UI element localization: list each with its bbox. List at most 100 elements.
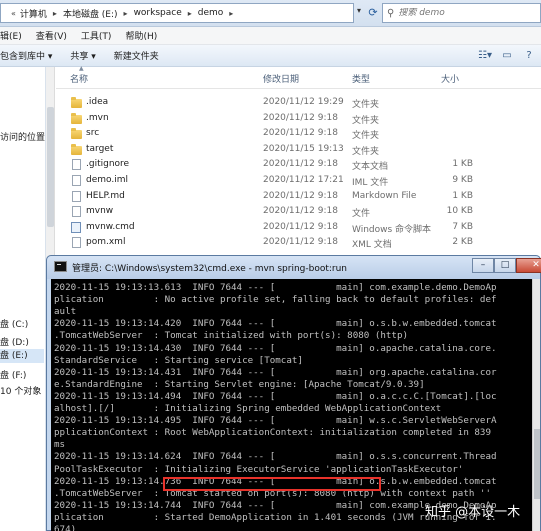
preview-pane-icon[interactable]: ▭ (499, 48, 515, 64)
file-date: 2020/11/12 9:18 (263, 221, 338, 232)
search-box[interactable]: ⚲ (382, 3, 541, 23)
nav-item-drive-f[interactable]: 盘 (F:) (0, 368, 26, 381)
console-line: 2020-11-15 19:13:14.494 INFO 7644 --- [ … (54, 390, 497, 402)
file-name: .mvn (86, 112, 109, 123)
breadcrumb-computer[interactable]: 计算机 (20, 7, 47, 20)
help-icon[interactable]: ? (521, 48, 537, 64)
view-options-icon[interactable]: ☷▾ (477, 48, 493, 64)
chevron-right-icon[interactable]: ▸ (124, 9, 128, 18)
document-icon (72, 159, 81, 171)
file-row[interactable]: .idea 2020/11/12 19:29 文件夹 (66, 95, 541, 111)
file-date: 2020/11/12 9:18 (263, 112, 338, 123)
breadcrumb-demo[interactable]: demo (198, 8, 224, 18)
file-row[interactable]: .gitignore 2020/11/12 9:18 文本文档 1 KB (66, 157, 541, 173)
document-icon (72, 175, 81, 186)
menu-tools[interactable]: 工具(T) (81, 29, 112, 42)
close-button[interactable]: ✕ (516, 258, 541, 273)
file-row[interactable]: mvnw.cmd 2020/11/12 9:18 Windows 命令脚本 7 KB (66, 220, 541, 236)
file-date: 2020/11/12 9:18 (263, 206, 338, 217)
chevron-right-icon[interactable]: ▸ (229, 9, 233, 18)
folder-icon (71, 128, 82, 140)
file-row[interactable]: demo.iml 2020/11/12 17:21 IML 文件 9 KB (66, 173, 541, 189)
console-line: alhost].[/] : Initializing Spring embedd… (54, 403, 442, 414)
menu-edit[interactable]: 辑(E) (0, 29, 22, 42)
file-size: 7 KB (452, 221, 473, 232)
include-in-library-button[interactable]: 包含到库中 ▾ (0, 49, 52, 62)
cmd-title: 管理员: C:\Windows\system32\cmd.exe - mvn s… (72, 264, 348, 274)
status-item-count: 10 个对象 (0, 387, 42, 397)
breadcrumb-drive-e[interactable]: 本地磁盘 (E:) (63, 7, 118, 20)
chevron-right-icon[interactable]: ▸ (188, 9, 192, 18)
file-type: XML 文档 (352, 240, 392, 251)
console-line: .TomcatWebServer : Tomcat initialized wi… (54, 330, 409, 342)
document-icon (72, 190, 81, 202)
document-icon (72, 237, 81, 249)
file-date: 2020/11/12 17:21 (263, 175, 344, 185)
highlight-annotation (163, 477, 381, 491)
chevron-right-icon[interactable]: ▸ (53, 9, 57, 18)
scrollbar-thumb[interactable] (47, 107, 54, 227)
file-date: 2020/11/12 9:18 (263, 237, 338, 248)
console-line: e.StandardEngine : Starting Servlet engi… (54, 378, 425, 390)
console-line: 2020-11-15 19:13:13.613 INFO 7644 --- [ … (54, 282, 497, 293)
folder-icon (71, 97, 82, 108)
file-name: .idea (86, 97, 109, 107)
column-header-type[interactable]: 类型 (352, 72, 370, 85)
nav-arrow-icon[interactable]: « (11, 9, 16, 18)
column-header-name[interactable]: ▲ 名称 (70, 65, 88, 85)
file-name: .gitignore (86, 159, 130, 170)
minimize-button[interactable]: – (472, 258, 494, 273)
file-row[interactable]: src 2020/11/12 9:18 文件夹 (66, 126, 541, 142)
column-headers: ▲ 名称 修改日期 类型 大小 (56, 65, 541, 89)
file-type: 文本文档 (352, 162, 389, 173)
maximize-button[interactable]: □ (494, 258, 516, 273)
script-icon (71, 221, 81, 233)
file-date: 2020/11/12 9:18 (263, 128, 338, 139)
cmd-icon (54, 261, 67, 272)
file-size: 9 KB (452, 175, 473, 185)
console-line: plication : No active profile set, falli… (54, 294, 497, 306)
menu-view[interactable]: 查看(V) (36, 29, 67, 42)
address-row: « 计算机 ▸ 本地磁盘 (E:) ▸ workspace ▸ demo ▸ ▾… (0, 0, 541, 27)
file-name: demo.iml (86, 175, 128, 185)
search-input[interactable] (398, 8, 529, 18)
file-date: 2020/11/12 9:18 (263, 190, 338, 201)
breadcrumb-workspace[interactable]: workspace (134, 8, 182, 18)
navigation-pane: 访问的位置 盘 (C:) 盘 (D:) 盘 (E:) 盘 (F:) 10 个对象 (0, 67, 46, 531)
share-button[interactable]: 共享 ▾ (70, 49, 95, 62)
nav-item-drive-d[interactable]: 盘 (D:) (0, 335, 29, 348)
column-header-size[interactable]: 大小 (441, 72, 459, 85)
file-row[interactable]: pom.xml 2020/11/12 9:18 XML 文档 2 KB (66, 235, 541, 251)
window-controls: – □ ✕ (472, 258, 541, 273)
console-scrollbar[interactable] (532, 279, 540, 531)
cmd-title-bar[interactable]: 管理员: C:\Windows\system32\cmd.exe - mvn s… (47, 256, 541, 279)
console-output[interactable]: 2020-11-15 19:13:13.613 INFO 7644 --- [ … (51, 279, 532, 531)
file-date: 2020/11/15 19:13 (263, 143, 344, 154)
document-icon (72, 206, 81, 218)
refresh-icon[interactable]: ⟳ (365, 4, 381, 22)
new-folder-button[interactable]: 新建文件夹 (114, 49, 159, 62)
file-row[interactable]: .mvn 2020/11/12 9:18 文件夹 (66, 111, 541, 127)
file-size: 10 KB (446, 206, 473, 217)
file-type: Markdown File (352, 190, 417, 201)
view-controls: ☷▾ ▭ ? (477, 48, 537, 64)
file-row[interactable]: HELP.md 2020/11/12 9:18 Markdown File 1 KB (66, 189, 541, 205)
nav-item-recent-places[interactable]: 访问的位置 (0, 130, 45, 143)
folder-icon (71, 143, 82, 155)
file-type: IML 文件 (352, 178, 389, 188)
address-dropdown-icon[interactable]: ▾ (357, 6, 361, 15)
file-name: pom.xml (86, 237, 126, 248)
file-size: 1 KB (452, 159, 473, 170)
nav-item-drive-c[interactable]: 盘 (C:) (0, 317, 28, 330)
console-line: PoolTaskExecutor : Initializing Executor… (54, 463, 464, 475)
file-row[interactable]: mvnw 2020/11/12 9:18 文件 10 KB (66, 204, 541, 220)
file-row[interactable]: target 2020/11/15 19:13 文件夹 (66, 142, 541, 158)
file-type: 文件夹 (352, 146, 380, 157)
console-line: ms (54, 439, 66, 451)
column-header-date[interactable]: 修改日期 (263, 72, 299, 85)
address-bar[interactable]: « 计算机 ▸ 本地磁盘 (E:) ▸ workspace ▸ demo ▸ (0, 3, 354, 23)
file-size: 1 KB (452, 190, 473, 201)
nav-item-drive-e[interactable]: 盘 (E:) (0, 349, 44, 363)
scrollbar-thumb[interactable] (534, 429, 540, 499)
menu-help[interactable]: 帮助(H) (125, 29, 157, 42)
